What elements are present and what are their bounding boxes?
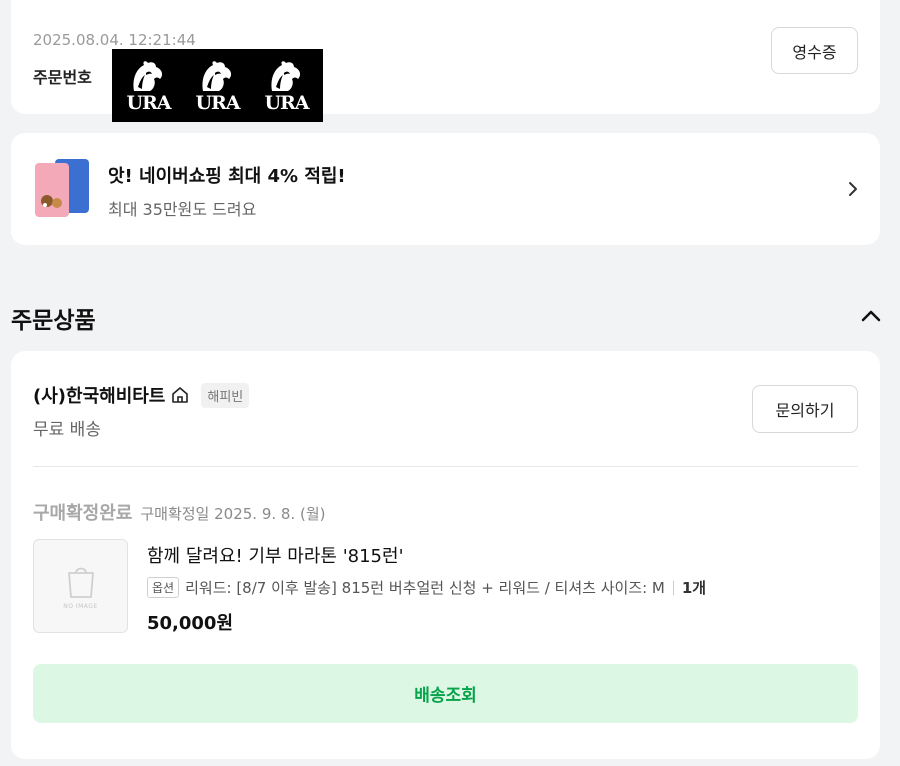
ura-logo-text: URA: [195, 91, 240, 114]
quantity: 1개: [681, 579, 707, 597]
option-badge: 옵션: [147, 577, 180, 598]
promo-subtitle: 최대 35만원도 드려요: [108, 200, 257, 219]
seller-name[interactable]: (사)한국해비타트: [33, 382, 165, 408]
promo-title: 앗! 네이버쇼핑 최대 4% 적립!: [108, 166, 346, 187]
order-items-card: (사)한국해비타트 해피빈 무료 배송 문의하기 구매확정완료 구매확정일 20…: [11, 351, 880, 759]
product-thumbnail[interactable]: NO IMAGE: [33, 539, 128, 633]
confirm-date: 구매확정일 2025. 9. 8. (월): [140, 505, 326, 523]
order-status-row: 구매확정완료 구매확정일 2025. 9. 8. (월): [33, 499, 326, 525]
divider: [33, 466, 858, 467]
ura-logo-1: URA: [126, 59, 172, 114]
chevron-up-icon[interactable]: [860, 306, 882, 326]
order-number-label: 주문번호: [33, 68, 92, 87]
shipping-label: 무료 배송: [33, 420, 101, 440]
chevron-right-icon: [849, 182, 857, 196]
option-text: 리워드: [8/7 이후 발송] 815런 버추얼런 신청 + 리워드 / 티셔…: [185, 579, 665, 597]
option-separator: [672, 580, 674, 595]
inquiry-button[interactable]: 문의하기: [752, 385, 858, 433]
track-delivery-button[interactable]: 배송조회: [33, 664, 858, 723]
shopping-bag-icon: [67, 567, 94, 598]
carrier-badge: 해피빈: [201, 382, 250, 408]
store-icon[interactable]: [171, 386, 189, 404]
product-price: 50,000원: [147, 613, 234, 634]
ura-logo-text: URA: [264, 91, 309, 114]
order-datetime: 2025.08.04. 12:21:44: [33, 31, 196, 49]
horse-head-icon: [271, 60, 301, 91]
ura-logo-text: URA: [126, 91, 171, 114]
horse-head-icon: [202, 60, 232, 91]
seller-row: (사)한국해비타트 해피빈: [33, 382, 250, 408]
credit-cards-image: [35, 159, 89, 217]
horse-head-icon: [133, 60, 163, 91]
ura-logo-2: URA: [195, 59, 241, 114]
thumbnail-caption: NO IMAGE: [63, 602, 98, 610]
ura-logo-3: URA: [264, 59, 310, 114]
order-status: 구매확정완료: [33, 503, 133, 524]
order-info-card: 2025.08.04. 12:21:44 주문번호 URA URA URA 영수…: [11, 0, 880, 122]
promo-banner[interactable]: 앗! 네이버쇼핑 최대 4% 적립! 최대 35만원도 드려요: [11, 133, 880, 245]
redacted-order-number: URA URA URA: [112, 49, 323, 122]
receipt-button[interactable]: 영수증: [771, 27, 858, 74]
product-name[interactable]: 함께 달려요! 기부 마라톤 '815런': [147, 542, 404, 568]
product-options: 옵션 리워드: [8/7 이후 발송] 815런 버추얼런 신청 + 리워드 /…: [147, 577, 706, 598]
section-title-order-items: 주문상품: [11, 308, 96, 334]
